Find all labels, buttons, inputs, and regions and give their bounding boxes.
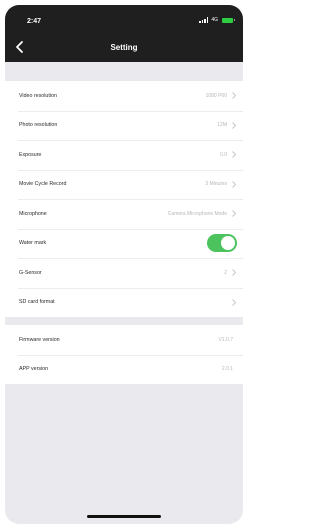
setting-label: Exposure	[19, 151, 42, 158]
chevron-right-icon	[232, 121, 236, 129]
setting-value: 12M	[217, 122, 227, 129]
status-time: 2:47	[27, 18, 42, 25]
toggle-knob	[221, 236, 235, 250]
setting-exposure[interactable]: Exposure 0.0	[5, 140, 243, 170]
setting-microphone[interactable]: Microphone Camera Microphone Mode	[5, 199, 243, 229]
battery-icon	[222, 17, 235, 23]
firmware-version-row: Firmware version V1.0.7	[5, 325, 243, 355]
signal-icon	[199, 17, 209, 23]
chevron-right-icon	[232, 269, 236, 276]
phone-screen: 2:47 4G Setting Video resolution 1080 P6…	[5, 5, 243, 524]
chevron-right-icon	[232, 298, 236, 306]
setting-water-mark: Water mark	[5, 228, 243, 259]
settings-list: Video resolution 1080 P60 Photo resoluti…	[5, 81, 243, 317]
setting-g-sensor[interactable]: G-Sensor 2	[5, 258, 243, 288]
chevron-right-icon	[232, 180, 236, 188]
setting-video-resolution[interactable]: Video resolution 1080 P60	[5, 81, 243, 111]
status-icons: 4G	[199, 17, 235, 23]
chevron-right-icon	[232, 151, 236, 158]
setting-movie-cycle-record[interactable]: Movie Cycle Record 3 Minutes	[5, 169, 243, 200]
setting-label: Microphone	[19, 210, 47, 217]
setting-label: Movie Cycle Record	[19, 181, 67, 188]
setting-value: 0.0	[220, 151, 227, 158]
setting-label: Water mark	[19, 240, 47, 247]
app-version-row: APP version 2.0.1	[5, 354, 243, 385]
setting-label: Video resolution	[19, 92, 57, 99]
setting-value: 3 Minutes	[205, 181, 227, 188]
setting-label: Photo resolution	[19, 122, 58, 129]
setting-label: SD card format	[19, 299, 55, 306]
home-indicator[interactable]	[87, 515, 161, 518]
setting-value: 1080 P60	[205, 92, 227, 99]
version-info-list: Firmware version V1.0.7 APP version 2.0.…	[5, 325, 243, 384]
setting-value: Camera Microphone Mode	[167, 210, 227, 217]
setting-label: G-Sensor	[19, 269, 42, 276]
network-label: 4G	[211, 17, 218, 23]
setting-sd-card-format[interactable]: SD card format	[5, 287, 243, 318]
navigation-header: 2:47 4G Setting	[5, 5, 243, 62]
setting-photo-resolution[interactable]: Photo resolution 12M	[5, 110, 243, 141]
info-value: V1.0.7	[218, 336, 233, 343]
setting-value: 2	[224, 269, 227, 276]
info-value: 2.0.1	[221, 366, 233, 373]
chevron-right-icon	[232, 92, 236, 99]
page-title: Setting	[110, 43, 138, 52]
chevron-right-icon	[232, 210, 236, 217]
water-mark-toggle[interactable]	[207, 234, 237, 252]
info-label: APP version	[19, 366, 49, 373]
info-label: Firmware version	[19, 336, 60, 343]
